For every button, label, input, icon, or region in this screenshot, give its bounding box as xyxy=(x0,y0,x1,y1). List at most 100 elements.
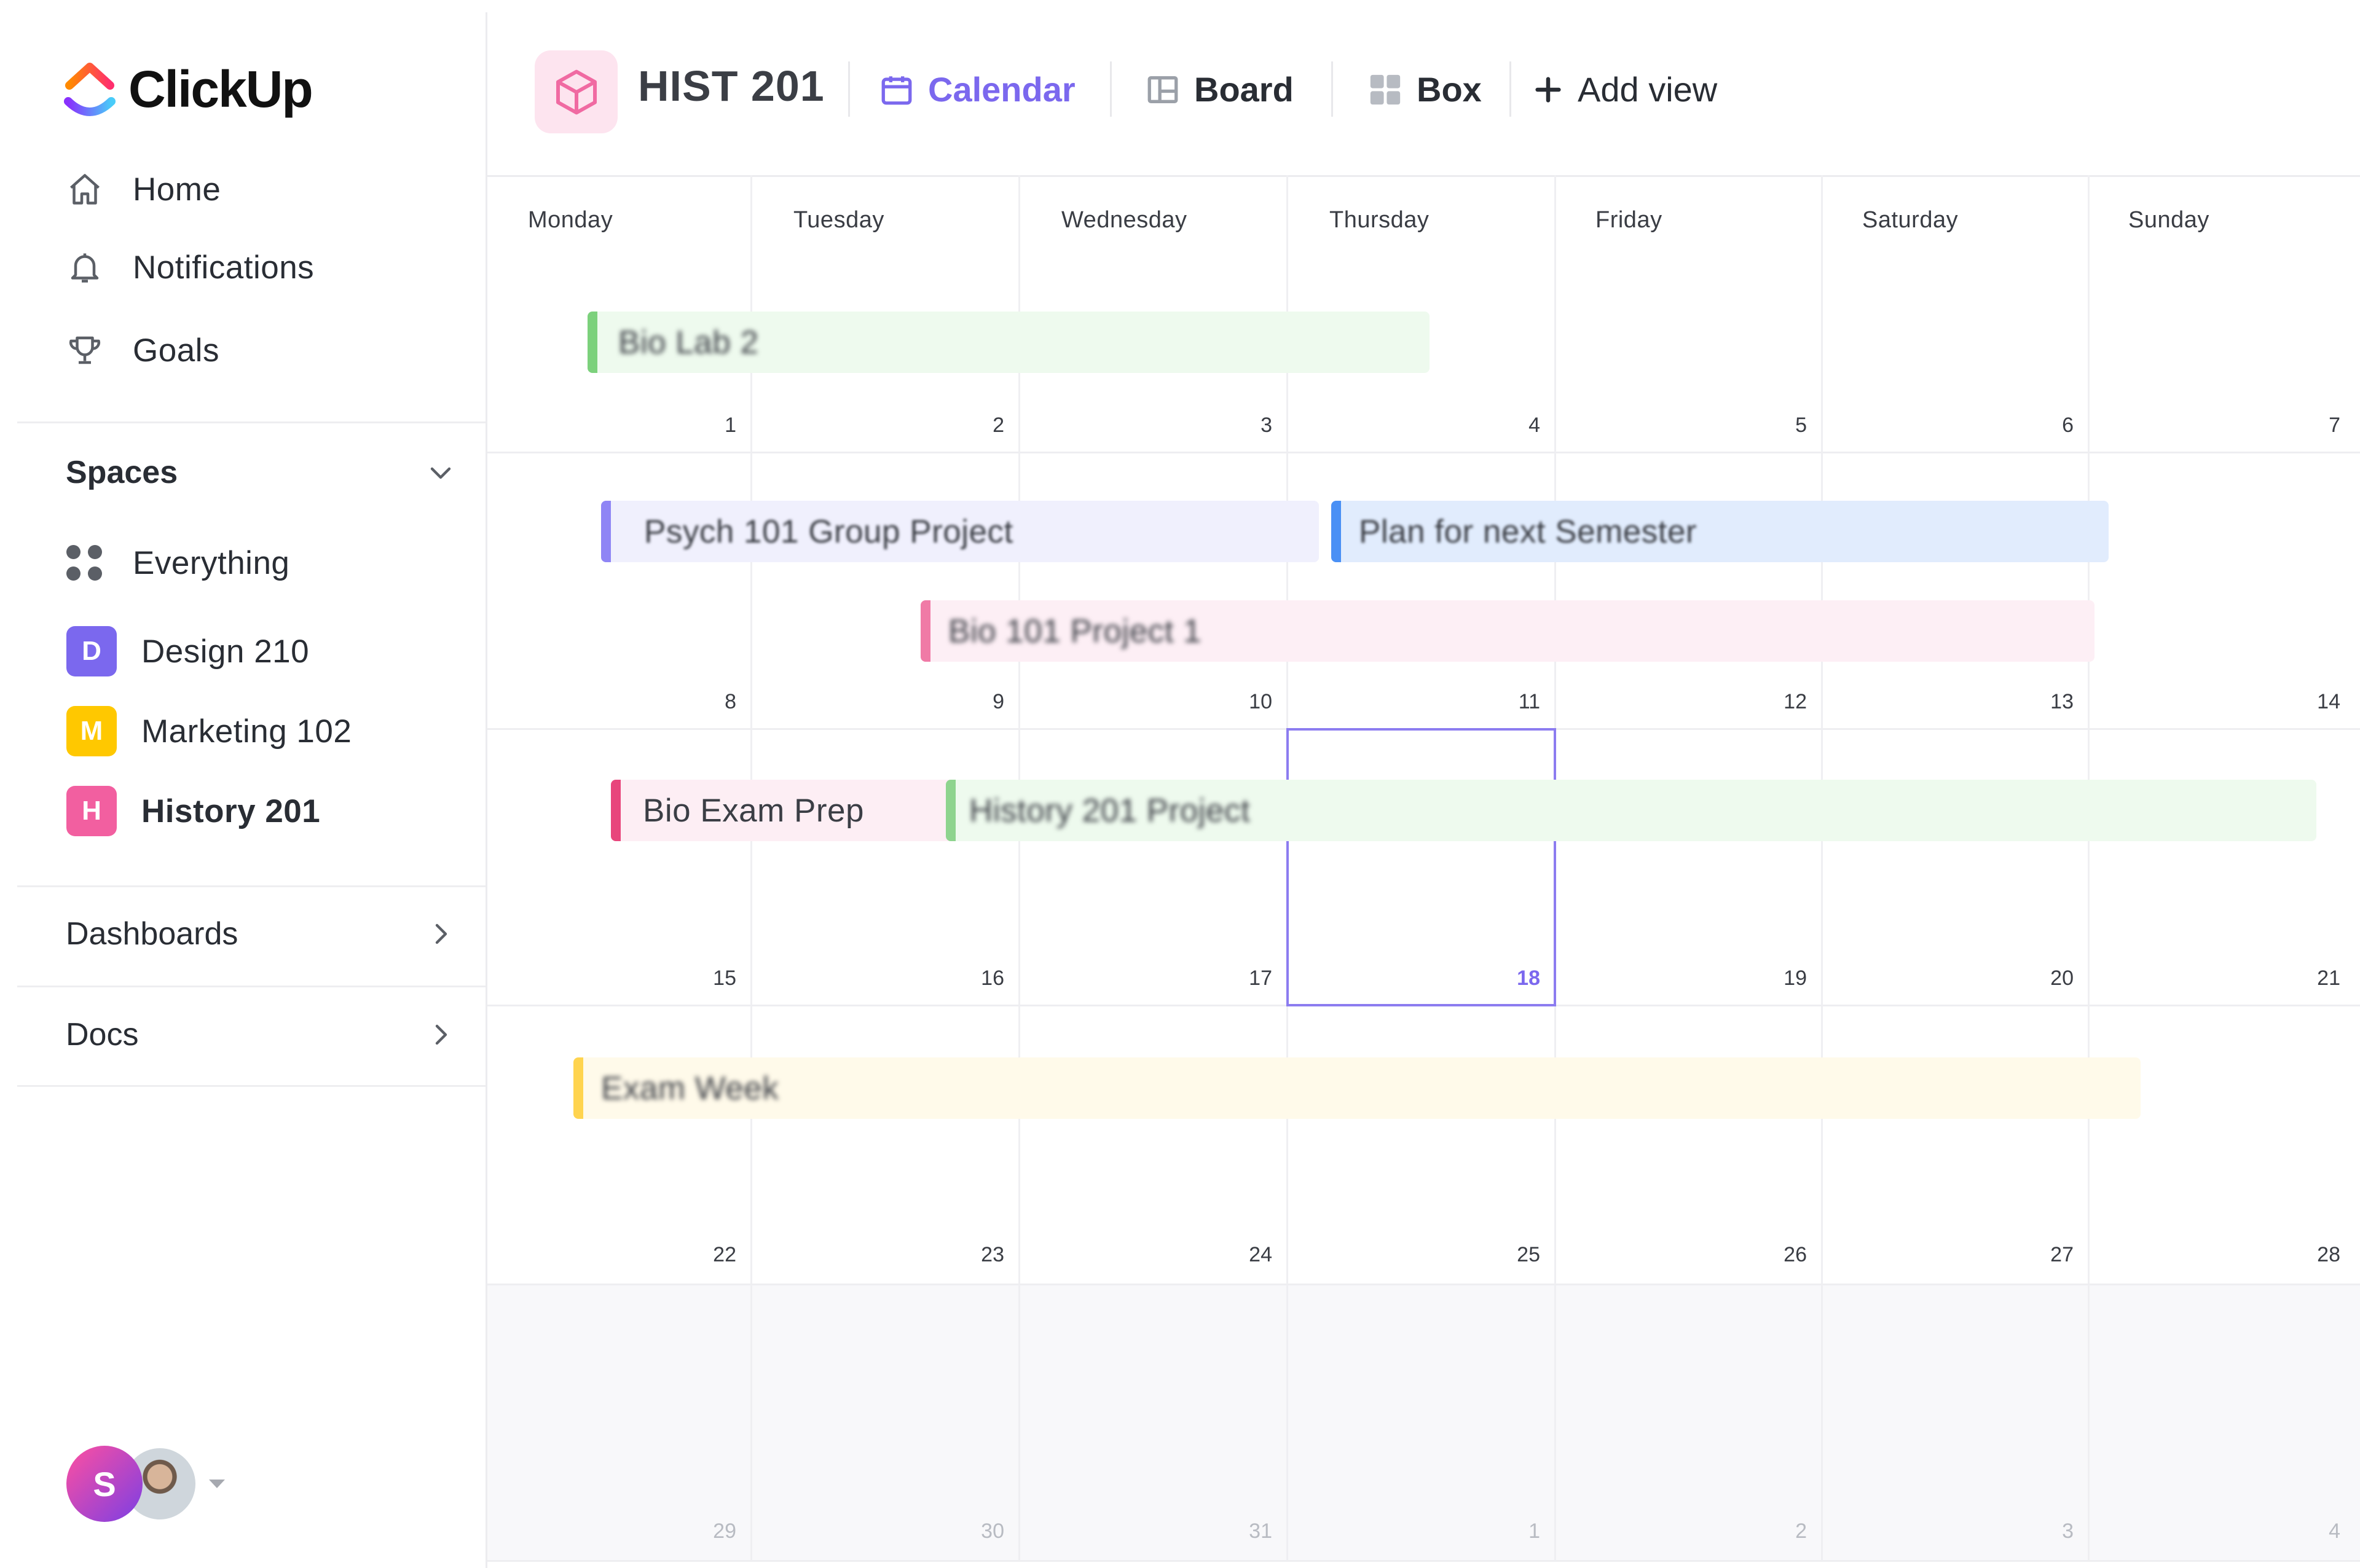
view-header: HIST 201 Calendar Board Box Add view xyxy=(487,0,2360,175)
date-cell[interactable]: 14 xyxy=(2291,690,2340,714)
date-cell[interactable]: 30 xyxy=(955,1519,1004,1543)
date-cell[interactable]: 31 xyxy=(1223,1519,1272,1543)
event-title: Bio Exam Prep xyxy=(643,792,864,829)
event-color-bar xyxy=(946,780,956,841)
project-title[interactable]: HIST 201 xyxy=(638,61,825,111)
board-icon xyxy=(1147,76,1178,103)
divider xyxy=(1331,61,1333,117)
avatar[interactable]: S xyxy=(66,1446,143,1522)
event-psych-101[interactable]: Psych 101 Group Project xyxy=(601,501,1319,562)
docs-label: Docs xyxy=(66,1017,139,1053)
space-history-201[interactable]: H History 201 xyxy=(66,780,320,842)
date-cell[interactable]: 7 xyxy=(2291,414,2340,437)
date-cell[interactable]: 11 xyxy=(1491,690,1540,714)
column-line xyxy=(1018,175,1020,1562)
event-bio-101-project[interactable]: Bio 101 Project 1 xyxy=(921,600,2094,662)
tab-calendar[interactable]: Calendar xyxy=(879,60,1076,119)
week-line xyxy=(487,1284,2360,1285)
docs-header[interactable]: Docs xyxy=(66,1004,459,1065)
date-cell[interactable]: 4 xyxy=(1491,414,1540,437)
date-cell[interactable]: 25 xyxy=(1491,1243,1540,1267)
divider xyxy=(848,61,850,117)
chevron-right-icon[interactable] xyxy=(422,915,459,952)
date-cell[interactable]: 17 xyxy=(1223,966,1272,990)
project-icon[interactable] xyxy=(535,50,618,133)
tab-box-label: Box xyxy=(1417,70,1482,109)
date-cell[interactable]: 23 xyxy=(955,1243,1004,1267)
event-title: History 201 Project xyxy=(969,792,1251,829)
date-cell[interactable]: 3 xyxy=(1223,414,1272,437)
space-marketing-102[interactable]: M Marketing 102 xyxy=(66,700,352,762)
user-avatars[interactable]: S xyxy=(66,1444,225,1524)
event-bio-lab-2[interactable]: Bio Lab 2 xyxy=(588,312,1430,373)
date-cell[interactable]: 10 xyxy=(1223,690,1272,714)
trophy-icon xyxy=(61,327,108,374)
event-color-bar xyxy=(921,600,930,662)
cube-icon xyxy=(556,69,597,114)
event-color-bar xyxy=(573,1057,583,1119)
date-cell[interactable]: 15 xyxy=(687,966,736,990)
date-cell[interactable]: 29 xyxy=(687,1519,736,1543)
event-plan-next-semester[interactable]: Plan for next Semester xyxy=(1331,501,2109,562)
tab-board[interactable]: Board xyxy=(1145,60,1294,119)
app-name: ClickUp xyxy=(128,60,313,118)
add-view-label: Add view xyxy=(1578,70,1718,109)
space-history-label: History 201 xyxy=(141,793,321,829)
clickup-logo[interactable]: ClickUp xyxy=(63,58,313,120)
event-bio-exam-prep[interactable]: Bio Exam Prep xyxy=(611,780,955,841)
today-date[interactable]: 18 xyxy=(1491,966,1540,990)
date-cell[interactable]: 24 xyxy=(1223,1243,1272,1267)
tab-calendar-label: Calendar xyxy=(928,70,1076,109)
caret-down-icon[interactable] xyxy=(209,1480,225,1488)
date-cell[interactable]: 9 xyxy=(955,690,1004,714)
date-cell[interactable]: 1 xyxy=(1491,1519,1540,1543)
date-cell[interactable]: 22 xyxy=(687,1243,736,1267)
date-cell[interactable]: 1 xyxy=(687,414,736,437)
event-title: Exam Week xyxy=(601,1070,779,1107)
chevron-right-icon[interactable] xyxy=(422,1016,459,1053)
chevron-down-icon[interactable] xyxy=(422,454,459,491)
column-line xyxy=(750,175,752,1562)
event-exam-week[interactable]: Exam Week xyxy=(573,1057,2141,1119)
date-cell[interactable]: 5 xyxy=(1758,414,1807,437)
date-cell[interactable]: 4 xyxy=(2291,1519,2340,1543)
grid-dots-icon xyxy=(66,545,102,581)
event-title: Psych 101 Group Project xyxy=(644,513,1013,550)
home-icon xyxy=(61,166,108,213)
date-cell[interactable]: 20 xyxy=(2024,966,2074,990)
space-design-210[interactable]: D Design 210 xyxy=(66,621,309,682)
next-month-week xyxy=(487,1285,2360,1562)
space-badge: H xyxy=(66,786,117,836)
spaces-label: Spaces xyxy=(66,455,178,490)
date-cell[interactable]: 26 xyxy=(1758,1243,1807,1267)
today-cell[interactable] xyxy=(1286,728,1556,1006)
day-name: Thursday xyxy=(1329,207,1430,233)
nav-goals[interactable]: Goals xyxy=(61,319,219,381)
sidebar: ClickUp Home Notifications Goals Spaces xyxy=(0,0,487,1568)
date-cell[interactable]: 2 xyxy=(955,414,1004,437)
tab-box[interactable]: Box xyxy=(1367,60,1482,119)
date-cell[interactable]: 27 xyxy=(2024,1243,2074,1267)
spaces-header[interactable]: Spaces xyxy=(66,442,459,503)
date-cell[interactable]: 21 xyxy=(2291,966,2340,990)
date-cell[interactable]: 8 xyxy=(687,690,736,714)
space-badge: M xyxy=(66,706,117,756)
event-history-201-project[interactable]: History 201 Project xyxy=(946,780,2316,841)
date-cell[interactable]: 16 xyxy=(955,966,1004,990)
nav-notifications[interactable]: Notifications xyxy=(61,237,314,298)
divider xyxy=(487,175,2360,177)
date-cell[interactable]: 28 xyxy=(2291,1243,2340,1267)
sidebar-divider xyxy=(17,1085,487,1087)
date-cell[interactable]: 3 xyxy=(2024,1519,2074,1543)
calendar-icon xyxy=(881,76,912,104)
date-cell[interactable]: 13 xyxy=(2024,690,2074,714)
date-cell[interactable]: 12 xyxy=(1758,690,1807,714)
nav-home[interactable]: Home xyxy=(61,159,221,220)
dashboards-header[interactable]: Dashboards xyxy=(66,903,459,965)
date-cell[interactable]: 6 xyxy=(2024,414,2074,437)
date-cell[interactable]: 2 xyxy=(1758,1519,1807,1543)
add-view-button[interactable]: Add view xyxy=(1532,60,1717,119)
dashboards-label: Dashboards xyxy=(66,916,238,952)
space-everything[interactable]: Everything xyxy=(66,532,289,594)
date-cell[interactable]: 19 xyxy=(1758,966,1807,990)
